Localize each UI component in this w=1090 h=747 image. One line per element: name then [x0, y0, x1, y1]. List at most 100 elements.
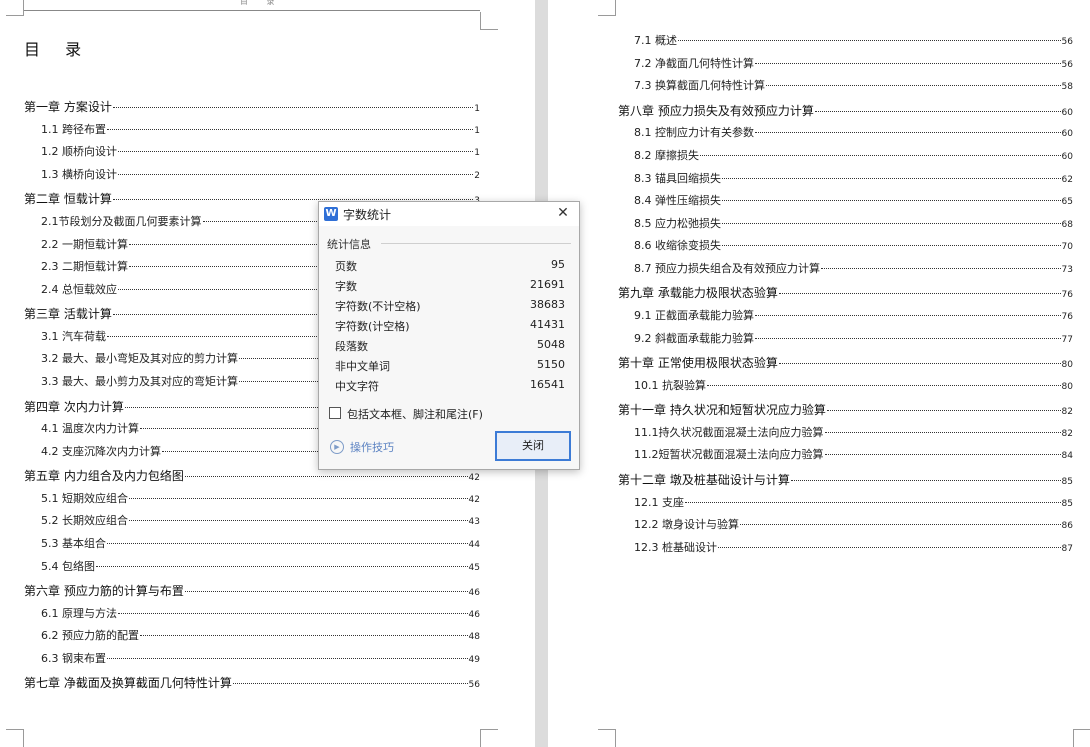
- toc-section-entry[interactable]: 11.2短暂状况截面混凝土法向应力验算 84: [634, 446, 1073, 462]
- toc-entry-label: 7.3 换算截面几何特性计算: [634, 79, 765, 93]
- toc-leader-dots: [766, 85, 1061, 87]
- toc-page-number: 77: [1061, 334, 1073, 345]
- toc-section-entry[interactable]: 7.3 换算截面几何特性计算 58: [634, 77, 1073, 93]
- toc-leader-dots: [824, 431, 1061, 433]
- stat-value: 5150: [537, 358, 565, 371]
- toc-entry-label: 8.5 应力松弛损失: [634, 216, 721, 230]
- toc-page-number: 1: [474, 125, 480, 136]
- toc-chapter-entry[interactable]: 第十二章 墩及桩基础设计与计算 85: [618, 471, 1073, 488]
- toc-section-entry[interactable]: 7.1 概述 56: [634, 32, 1073, 48]
- toc-page-number: 60: [1061, 107, 1073, 118]
- stat-row-chars-with-spaces: 字符数(计空格) 41431: [335, 318, 565, 336]
- toc-section-entry[interactable]: 8.4 弹性压缩损失 65: [634, 192, 1073, 208]
- toc-leader-dots: [821, 267, 1061, 269]
- stat-label: 字符数(不计空格): [335, 300, 421, 313]
- toc-leader-dots: [184, 476, 468, 478]
- toc-section-entry[interactable]: 8.7 预应力损失组合及有效预应力计算 73: [634, 260, 1073, 276]
- toc-page-number: 42: [468, 473, 480, 484]
- toc-chapter-entry[interactable]: 第六章 预应力筋的计算与布置 46: [24, 582, 480, 599]
- dialog-title: 字数统计: [343, 208, 392, 222]
- toc-entry-label: 2.1节段划分及截面几何要素计算: [41, 214, 202, 228]
- toc-entry-label: 4.1 温度次内力计算: [41, 422, 139, 436]
- toc-section-entry[interactable]: 7.2 净截面几何特性计算 56: [634, 55, 1073, 71]
- toc-leader-dots: [718, 546, 1061, 548]
- toc-section-entry[interactable]: 11.1持久状况截面混凝土法向应力验算 82: [634, 424, 1073, 440]
- toc-page-number: 46: [468, 609, 480, 620]
- toc-entry-label: 第四章 次内力计算: [24, 399, 124, 414]
- toc-entry-label: 2.4 总恒载效应: [41, 282, 117, 296]
- toc-page-number: 1: [474, 104, 480, 114]
- toc-entry-label: 7.2 净截面几何特性计算: [634, 56, 754, 70]
- toc-section-entry[interactable]: 5.4 包络图 45: [41, 558, 480, 574]
- toc-section-entry[interactable]: 12.1 支座 85: [634, 494, 1073, 510]
- toc-section-entry[interactable]: 9.1 正截面承载能力验算 76: [634, 307, 1073, 323]
- toc-chapter-entry[interactable]: 第十一章 持久状况和短暂状况应力验算 82: [618, 401, 1073, 418]
- toc-section-entry[interactable]: 6.1 原理与方法 46: [41, 605, 480, 621]
- toc-entry-label: 8.1 控制应力计有关参数: [634, 126, 754, 140]
- toc-page-number: 80: [1061, 381, 1073, 392]
- toc-leader-dots: [184, 591, 468, 593]
- toc-page-number: 82: [1061, 428, 1073, 439]
- toc-section-entry[interactable]: 6.2 预应力筋的配置 48: [41, 627, 480, 643]
- toc-page-number: 82: [1061, 407, 1073, 418]
- toc-leader-dots: [826, 410, 1061, 412]
- toc-section-entry[interactable]: 6.3 钢束布置 49: [41, 650, 480, 666]
- toc-page-number: 2: [474, 170, 480, 181]
- toc-chapter-entry[interactable]: 第一章 方案设计 1: [24, 98, 480, 115]
- toc-leader-dots: [740, 524, 1061, 526]
- toc-leader-dots: [755, 337, 1061, 339]
- toc-chapter-entry[interactable]: 第九章 承载能力极限状态验算 76: [618, 284, 1073, 301]
- tips-link[interactable]: 操作技巧: [350, 439, 394, 455]
- toc-entry-label: 1.2 顺桥向设计: [41, 145, 117, 159]
- include-textboxes-label[interactable]: 包括文本框、脚注和尾注(F): [347, 406, 483, 422]
- toc-leader-dots: [707, 384, 1061, 386]
- play-circle-icon[interactable]: ▶: [330, 440, 344, 454]
- toc-section-entry[interactable]: 10.1 抗裂验算 80: [634, 377, 1073, 393]
- stat-row-pages: 页数 95: [335, 258, 565, 276]
- toc-page-number: 65: [1061, 197, 1073, 208]
- toc-section-entry[interactable]: 9.2 斜截面承载能力验算 77: [634, 330, 1073, 346]
- word-count-dialog: W 字数统计 ✕ 统计信息 页数 95 字数 21691 字符数(不计空格) 3…: [318, 201, 580, 470]
- toc-chapter-entry[interactable]: 第八章 预应力损失及有效预应力计算 60: [618, 102, 1073, 119]
- close-button[interactable]: 关闭: [495, 431, 571, 461]
- toc-section-entry[interactable]: 1.1 跨径布置 1: [41, 121, 480, 137]
- stats-group-label: 统计信息: [327, 238, 371, 251]
- toc-section-entry[interactable]: 5.2 长期效应组合 43: [41, 512, 480, 528]
- toc-page-number: 49: [468, 654, 480, 665]
- toc-leader-dots: [96, 565, 468, 567]
- toc-entry-label: 11.1持久状况截面混凝土法向应力验算: [634, 425, 824, 439]
- toc-section-entry[interactable]: 8.1 控制应力计有关参数 60: [634, 124, 1073, 140]
- toc-leader-dots: [232, 683, 468, 685]
- toc-section-entry[interactable]: 1.2 顺桥向设计 1: [41, 143, 480, 159]
- toc-leader-dots: [755, 132, 1061, 134]
- toc-page-number: 42: [468, 494, 480, 505]
- toc-leader-dots: [722, 222, 1061, 224]
- toc-section-entry[interactable]: 5.3 基本组合 44: [41, 535, 480, 551]
- toc-page-number: 87: [1061, 543, 1073, 554]
- toc-chapter-entry[interactable]: 第七章 净截面及换算截面几何特性计算 56: [24, 674, 480, 691]
- toc-section-entry[interactable]: 8.2 摩擦损失 60: [634, 147, 1073, 163]
- wps-writer-icon: W: [324, 207, 338, 221]
- toc-leader-dots: [778, 293, 1061, 295]
- toc-section-entry[interactable]: 12.3 桩基础设计 87: [634, 539, 1073, 555]
- toc-leader-dots: [814, 110, 1061, 112]
- stat-row-chinese-chars: 中文字符 16541: [335, 378, 565, 396]
- toc-entry-label: 第八章 预应力损失及有效预应力计算: [618, 103, 814, 118]
- toc-section-entry[interactable]: 8.5 应力松弛损失 68: [634, 215, 1073, 231]
- toc-section-entry[interactable]: 12.2 墩身设计与验算 86: [634, 516, 1073, 532]
- toc-section-entry[interactable]: 5.1 短期效应组合 42: [41, 490, 480, 506]
- toc-entry-label: 2.3 二期恒载计算: [41, 260, 128, 274]
- toc-chapter-entry[interactable]: 第十章 正常使用极限状态验算 80: [618, 354, 1073, 371]
- toc-page-number: 56: [468, 680, 480, 691]
- toc-section-entry[interactable]: 8.6 收缩徐变损失 70: [634, 237, 1073, 253]
- toc-leader-dots: [755, 315, 1061, 316]
- toc-page-number: 84: [1061, 451, 1073, 462]
- close-icon[interactable]: ✕: [555, 205, 571, 221]
- include-textboxes-checkbox[interactable]: [329, 407, 341, 419]
- dialog-titlebar[interactable]: W 字数统计 ✕: [319, 202, 579, 226]
- stat-row-non-chinese-words: 非中文单词 5150: [335, 358, 565, 376]
- toc-section-entry[interactable]: 8.3 锚具回缩损失 62: [634, 170, 1073, 186]
- toc-entry-label: 第七章 净截面及换算截面几何特性计算: [24, 676, 232, 691]
- toc-section-entry[interactable]: 1.3 横桥向设计 2: [41, 166, 480, 182]
- toc-entry-label: 12.1 支座: [634, 495, 684, 509]
